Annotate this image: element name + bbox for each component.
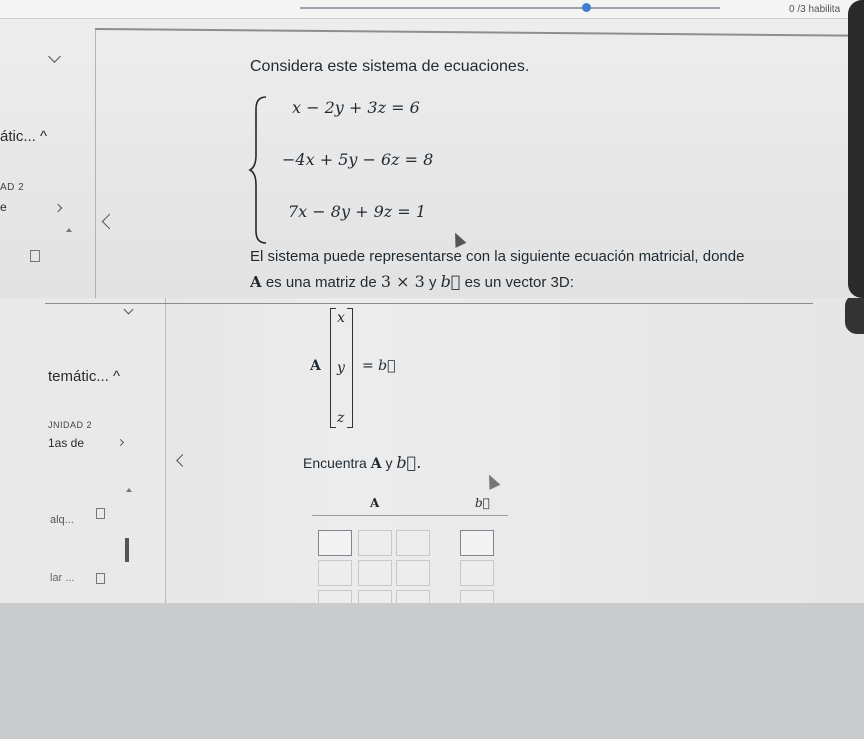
chevron-down-icon[interactable] [48,50,61,63]
sidebar [0,298,166,603]
lower-screen-edge [45,303,813,304]
vector-b-entry-2[interactable] [460,560,494,586]
matrix-a-entry-r1c2[interactable] [358,530,392,556]
document-icon[interactable] [30,250,40,262]
document-icon[interactable] [96,508,105,519]
equals-b: = b⃗ [362,358,396,374]
matrix-a-symbol: A [250,273,262,291]
upper-screen: 0 /3 habilita átic... ^ AD 2 e Considera… [0,0,864,298]
answer-prompt-a: A [370,456,382,472]
sidebar-unit-label: JNIDAD 2 [48,420,93,430]
matrix-a-label: A [310,358,321,374]
chevron-right-icon[interactable] [53,203,63,213]
equation-1: x − 2y + 3z = 6 [292,98,420,117]
caret-up-icon[interactable] [66,228,72,232]
equation-2: −4x + 5y − 6z = 8 [282,150,434,169]
sidebar-entry-2[interactable]: lar ... [50,572,74,584]
vector-b-entry-3[interactable] [460,590,494,603]
progress-status: 0 /3 habilita [789,4,841,15]
matrix-dimensions: 3 × 3 [380,272,425,291]
sidebar-entry-1[interactable]: alq... [50,514,74,526]
matrix-a-entry-r1c3[interactable] [396,530,430,556]
representation-text: El sistema puede representarse con la si… [250,248,745,265]
answer-prompt-y: y [385,455,393,471]
question-intro: Considera este sistema de ecuaciones. [250,58,530,75]
top-progress-strip [0,0,864,19]
column-header-b: b⃗ [475,496,490,510]
matrix-a-entry-r1c1[interactable] [318,530,352,556]
caret-up-icon[interactable] [126,488,132,492]
cursor-icon [449,230,467,248]
matrix-a-entry-r2c3[interactable] [396,560,430,586]
progress-indicator[interactable] [582,3,591,12]
system-brace [248,96,267,244]
vector-z: z [337,410,345,426]
header-divider [94,28,864,37]
rep-end-text: es un vector 3D: [464,274,574,291]
chevron-left-icon[interactable] [176,454,189,467]
cursor-icon [483,472,501,490]
lower-screen: temátic... ^ JNIDAD 2 1as de alq... lar … [0,298,864,603]
rep-mid-text: es una matriz de [265,274,377,291]
vector-x: x [337,310,345,326]
vector-y: y [337,360,345,376]
vector-left-bracket [330,308,336,428]
sidebar-section-title[interactable]: átic... ^ [0,128,47,145]
matrix-a-entry-r3c1[interactable] [318,590,352,603]
vector-right-bracket [347,308,353,428]
matrix-a-entry-r3c3[interactable] [396,590,430,603]
matrix-a-entry-r2c2[interactable] [358,560,392,586]
vector-b-entry-1[interactable] [460,530,494,556]
answer-prompt-b: b⃗. [396,453,422,472]
representation-text-line2: A es una matriz de 3 × 3 y b⃗ es un vect… [250,272,574,291]
chevron-left-icon[interactable] [101,213,118,230]
sidebar-item-label[interactable]: e [0,200,7,214]
answer-header-rule [312,515,508,516]
sidebar-unit-label: AD 2 [0,182,25,193]
sidebar-item-label[interactable]: 1as de [48,436,84,450]
screen-bezel-lower [845,298,864,334]
sidebar-divider [95,30,96,298]
progress-track [300,7,720,9]
sidebar-section-title[interactable]: temátic... ^ [48,368,120,385]
rep-and: y [428,274,437,291]
document-icon[interactable] [96,573,105,584]
screen-bezel [848,0,864,298]
matrix-a-entry-r3c2[interactable] [358,590,392,603]
column-header-a: A [370,496,380,510]
matrix-a-entry-r2c1[interactable] [318,560,352,586]
answer-prompt-text: Encuentra [303,455,367,471]
answer-prompt: Encuentra A y b⃗. [303,453,421,472]
scrollbar-thumb[interactable] [125,538,129,562]
vector-b-symbol: b⃗ [440,272,461,291]
equation-3: 7x − 8y + 9z = 1 [288,202,426,221]
